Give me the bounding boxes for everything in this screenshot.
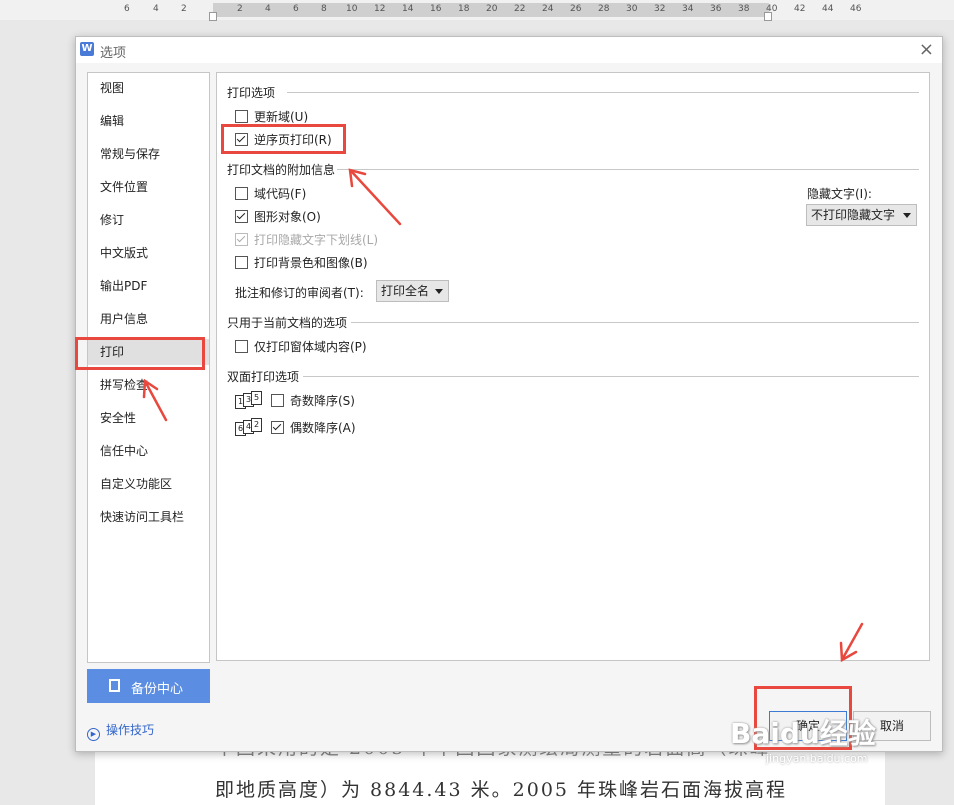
arrow-line [350, 170, 402, 226]
watermark: Baidu经验 [730, 717, 876, 750]
watermark-url: jingyan.baidu.com [766, 752, 868, 765]
annotation-arrows [142, 168, 864, 663]
